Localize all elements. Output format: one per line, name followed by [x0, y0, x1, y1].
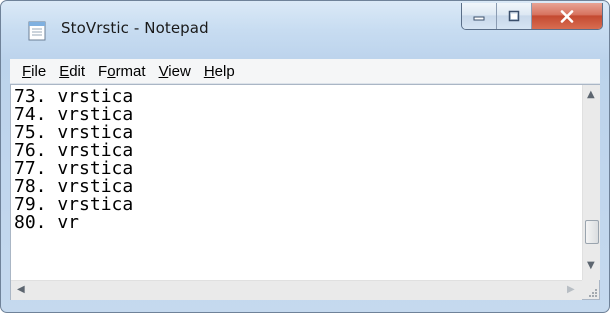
maximize-icon [508, 10, 520, 22]
minimize-button[interactable] [462, 3, 497, 29]
menu-help[interactable]: Help [203, 63, 236, 80]
notepad-window: StoVrstic - Notepad File Edit Format Vie… [0, 0, 610, 313]
close-icon [560, 9, 574, 23]
minimize-icon [473, 16, 485, 21]
scroll-right-icon[interactable]: ▶ [567, 285, 575, 295]
vertical-scroll-thumb[interactable] [585, 220, 599, 244]
menu-view[interactable]: View [158, 63, 192, 80]
notepad-icon [28, 21, 46, 41]
size-grip[interactable] [582, 280, 599, 299]
horizontal-scrollbar[interactable]: ◀ ▶ [11, 280, 582, 300]
menu-edit[interactable]: Edit [58, 63, 86, 80]
window-title: StoVrstic - Notepad [61, 19, 209, 37]
close-button[interactable] [532, 3, 602, 29]
vertical-scrollbar[interactable]: ▲ ▼ [582, 85, 600, 280]
text-editor[interactable]: 73. vrstica 74. vrstica 75. vrstica 76. … [11, 85, 582, 280]
text-line: 80. vr [14, 212, 80, 233]
scroll-up-icon[interactable]: ▲ [587, 90, 595, 100]
menu-format[interactable]: Format [97, 63, 147, 80]
scroll-down-icon[interactable]: ▼ [587, 261, 595, 271]
title-bar[interactable]: StoVrstic - Notepad [1, 1, 609, 61]
caption-buttons [461, 3, 603, 30]
menu-bar: File Edit Format View Help [10, 59, 600, 84]
maximize-button[interactable] [497, 3, 532, 29]
resize-grip-icon [589, 289, 597, 297]
scroll-left-icon[interactable]: ◀ [17, 285, 25, 295]
editor-client: 73. vrstica 74. vrstica 75. vrstica 76. … [10, 84, 600, 300]
menu-file[interactable]: File [21, 63, 47, 80]
